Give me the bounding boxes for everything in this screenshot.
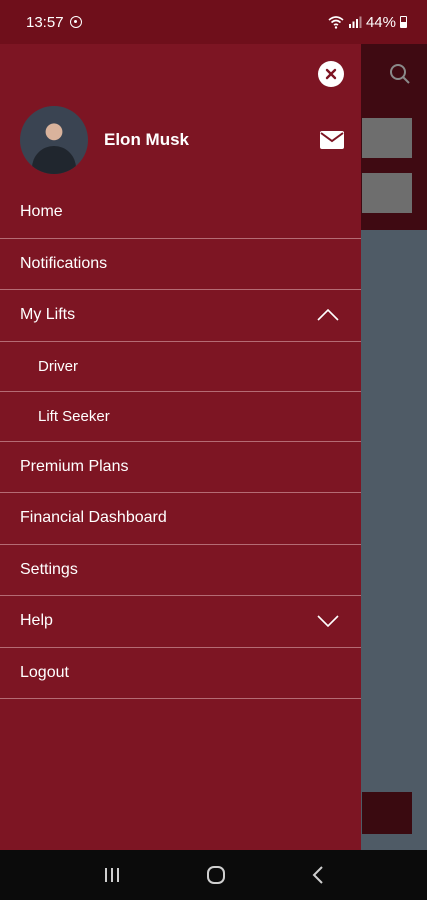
status-icons: 44% — [328, 14, 407, 31]
background-button — [362, 792, 412, 834]
menu-item-home[interactable]: Home — [0, 187, 361, 239]
status-bar: 13:57 44% — [0, 0, 427, 44]
battery-percent: 44% — [365, 13, 396, 31]
mail-icon[interactable] — [319, 130, 345, 150]
menu-item-financial-dashboard[interactable]: Financial Dashboard — [0, 493, 361, 545]
background-field — [362, 118, 412, 158]
wifi-icon — [328, 15, 344, 29]
menu-item-label: Home — [20, 203, 63, 221]
drawer-menu: Home Notifications My Lifts Driver Lift … — [0, 187, 361, 699]
menu-item-label: My Lifts — [20, 306, 76, 324]
signal-icon — [348, 16, 362, 28]
navigation-drawer: Elon Musk Home Notifications My Lifts Dr… — [0, 44, 361, 850]
battery-icon — [400, 16, 407, 28]
recent-apps-button[interactable] — [102, 866, 122, 884]
menu-item-label: Help — [20, 612, 53, 630]
menu-item-label: Logout — [20, 663, 69, 681]
menu-item-label: Premium Plans — [20, 457, 129, 475]
home-icon — [207, 866, 226, 884]
menu-item-settings[interactable]: Settings — [0, 545, 361, 596]
home-button[interactable] — [206, 865, 226, 885]
background-field — [362, 173, 412, 213]
menu-item-help[interactable]: Help — [0, 596, 361, 648]
status-time: 13:57 — [26, 13, 64, 31]
record-icon — [69, 16, 82, 28]
chevron-down-icon — [317, 615, 339, 628]
menu-item-driver[interactable]: Driver — [0, 342, 361, 392]
search-icon — [388, 62, 412, 86]
menu-item-lift-seeker[interactable]: Lift Seeker — [0, 392, 361, 442]
menu-item-label: Settings — [20, 560, 78, 578]
system-nav-bar — [0, 850, 427, 900]
menu-item-label: Lift Seeker — [38, 407, 110, 425]
menu-item-label: Notifications — [20, 254, 108, 272]
close-button[interactable] — [318, 61, 344, 87]
user-name: Elon Musk — [104, 130, 190, 149]
back-button[interactable] — [311, 865, 325, 885]
avatar[interactable] — [20, 106, 88, 174]
chevron-up-icon — [317, 309, 339, 321]
menu-item-label: Driver — [38, 357, 78, 375]
menu-item-label: Financial Dashboard — [20, 509, 167, 527]
back-icon — [312, 866, 323, 884]
menu-item-notifications[interactable]: Notifications — [0, 239, 361, 290]
menu-item-premium-plans[interactable]: Premium Plans — [0, 442, 361, 493]
close-icon — [325, 68, 337, 80]
menu-item-my-lifts[interactable]: My Lifts — [0, 290, 361, 342]
user-profile: Elon Musk — [20, 106, 345, 174]
menu-item-logout[interactable]: Logout — [0, 648, 361, 699]
recent-apps-icon — [105, 868, 120, 882]
